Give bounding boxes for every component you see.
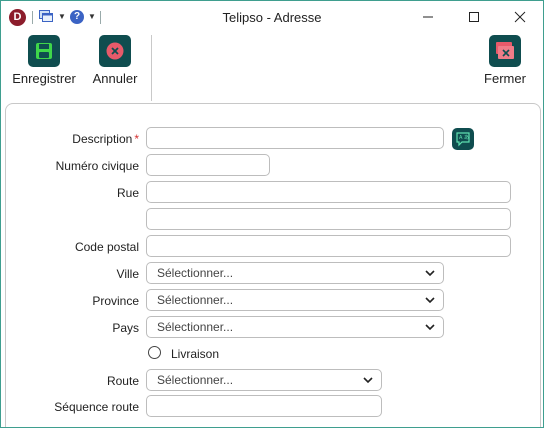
minimize-icon [423, 16, 433, 18]
route-sequence-input[interactable] [146, 395, 382, 417]
save-button-label: Enregistrer [12, 71, 76, 86]
save-button[interactable]: Enregistrer [9, 33, 79, 93]
svg-text:A: A [459, 135, 463, 141]
description-label-text: Description [72, 132, 133, 146]
route-label: Route [106, 374, 139, 388]
route-selected-value: Sélectionner... [157, 373, 234, 387]
cancel-icon-box [99, 35, 131, 67]
title-bar: D ▼ ? ▼ Telipso - Adresse [1, 1, 543, 33]
street-number-input[interactable] [146, 154, 270, 176]
chevron-down-icon [425, 324, 435, 331]
description-label: Description * [1, 132, 139, 146]
translate-button[interactable]: A あ [452, 128, 474, 150]
save-icon-box [28, 35, 60, 67]
chevron-down-icon [425, 270, 435, 277]
close-form-icon-box [489, 35, 521, 67]
close-icon [514, 11, 526, 23]
city-select[interactable]: Sélectionner... [146, 262, 444, 284]
cancel-icon [106, 42, 124, 60]
close-button-label: Fermer [484, 71, 526, 86]
postal-code-input[interactable] [146, 235, 511, 257]
postal-code-label: Code postal [74, 240, 139, 254]
route-select[interactable]: Sélectionner... [146, 369, 382, 391]
province-selected-value: Sélectionner... [157, 293, 234, 307]
province-select[interactable]: Sélectionner... [146, 289, 444, 311]
street-line2-input[interactable] [146, 208, 511, 230]
city-selected-value: Sélectionner... [157, 266, 234, 280]
delivery-radio[interactable] [148, 346, 161, 359]
description-input[interactable] [146, 127, 444, 149]
svg-text:あ: あ [464, 135, 469, 141]
save-icon [36, 43, 52, 59]
cancel-button[interactable]: Annuler [87, 33, 143, 93]
delivery-label: Livraison [171, 347, 220, 361]
country-select[interactable]: Sélectionner... [146, 316, 444, 338]
chevron-down-icon [425, 297, 435, 304]
close-window-button[interactable] [497, 1, 543, 33]
country-label: Pays [112, 321, 139, 335]
province-label: Province [92, 294, 139, 308]
street-input[interactable] [146, 181, 511, 203]
street-number-label: Numéro civique [55, 159, 139, 173]
country-selected-value: Sélectionner... [157, 320, 234, 334]
cancel-button-label: Annuler [92, 71, 138, 86]
minimize-button[interactable] [405, 1, 451, 33]
translate-icon: A あ [456, 132, 470, 147]
ribbon-separator [151, 35, 152, 101]
chevron-down-icon [363, 377, 373, 384]
maximize-button[interactable] [451, 1, 497, 33]
close-form-icon [496, 42, 514, 59]
close-button[interactable]: Fermer [479, 33, 531, 93]
required-mark: * [134, 132, 139, 146]
address-window: D ▼ ? ▼ Telipso - Adresse Enregistrer An… [0, 0, 544, 428]
ribbon-toolbar: Enregistrer Annuler Fermer [1, 33, 543, 103]
maximize-icon [469, 12, 479, 22]
route-sequence-label: Séquence route [54, 400, 139, 414]
city-label: Ville [116, 267, 139, 281]
street-label: Rue [116, 186, 139, 200]
